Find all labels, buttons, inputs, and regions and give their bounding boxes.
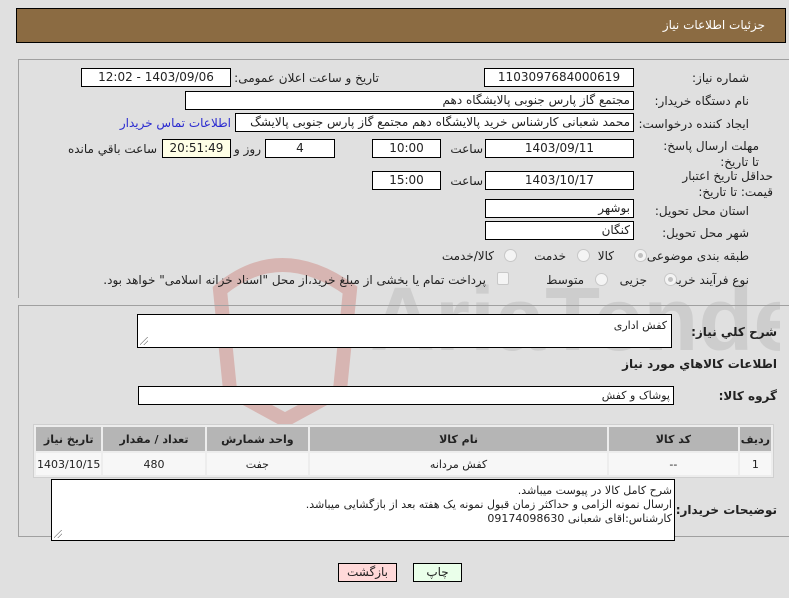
reply-deadline-time: 10:00 (372, 139, 441, 158)
purchase-option-minor: جزیی (619, 273, 647, 287)
col-goods-name: نام کالا (310, 427, 608, 451)
price-validity-label: حداقل تاریخ اعتبار قیمت: تا تاریخ: (682, 169, 773, 199)
buyer-notes-line: ارسال نمونه الزامی و حداکثر زمان قبول نم… (305, 498, 672, 511)
treasury-payment-note: پرداخت تمام یا بخشی از مبلغ خرید،از محل … (103, 273, 486, 287)
cell-goods-name: کفش مردانه (310, 453, 608, 475)
col-goods-code: کد کالا (609, 427, 738, 451)
remaining-label: ساعت باقي مانده (67, 142, 157, 156)
goods-group-label: گروه کالا: (718, 389, 777, 403)
requester-label: ایجاد کننده درخواست: (638, 117, 749, 131)
col-unit: واحد شمارش (206, 427, 309, 451)
price-time-label: ساعت (450, 174, 483, 188)
remaining-time: 20:51:49 (162, 139, 231, 158)
buyer-notes-textarea[interactable]: شرح کامل کالا در پیوست میباشد. ارسال نمو… (51, 479, 675, 541)
resize-handle-icon[interactable] (54, 530, 62, 538)
reply-deadline-date: 1403/09/11 (485, 139, 634, 158)
cell-unit: جفت (206, 453, 309, 475)
price-validity-time: 15:00 (372, 171, 441, 190)
col-quantity: تعداد / مقدار (103, 427, 205, 451)
city-label: شهر محل تحویل: (662, 226, 749, 240)
description-text: کفش اداری (613, 319, 667, 332)
reply-time-label: ساعت (450, 142, 483, 156)
cell-row-number: 1 (739, 453, 771, 475)
goods-group-field: پوشاک و کفش (138, 386, 674, 405)
requester-field: محمد شعبانی کارشناس خرید پالایشگاه دهم م… (235, 113, 634, 132)
province-label: استان محل تحویل: (654, 204, 749, 218)
category-label: طبقه بندی موضوعی: (642, 249, 749, 263)
cell-need-date: 1403/10/15 (36, 453, 102, 475)
buyer-contact-link[interactable]: اطلاعات تماس خریدار (120, 116, 231, 130)
announce-datetime-field: 1403/09/06 - 12:02 (81, 68, 231, 87)
treasury-payment-checkbox[interactable] (497, 272, 509, 285)
price-validity-date: 1403/10/17 (485, 171, 634, 190)
province-field: بوشهر (485, 199, 634, 218)
buyer-org-label: نام دستگاه خریدار: (654, 94, 750, 108)
print-button[interactable]: چاپ (413, 563, 462, 582)
items-table: ردیف کد کالا نام کالا واحد شمارش تعداد /… (33, 424, 774, 478)
col-need-date: تاریخ نیاز (36, 427, 102, 451)
category-option-goods: کالا (597, 249, 614, 263)
category-radio-goods-service[interactable] (504, 249, 517, 262)
purchase-option-medium: متوسط (546, 273, 584, 287)
buyer-notes-label: توضیحات خریدار: (675, 503, 777, 517)
table-header-row: ردیف کد کالا نام کالا واحد شمارش تعداد /… (36, 427, 771, 451)
category-radio-service[interactable] (577, 249, 590, 262)
announce-datetime-label: تاریخ و ساعت اعلان عمومی: (234, 71, 379, 85)
page-title: جزئیات اطلاعات نیاز (662, 18, 765, 32)
reply-deadline-label: مهلت ارسال پاسخ: تا تاریخ: (663, 139, 759, 169)
buyer-notes-line: کارشناس:اقای شعبانی 09174098630 (487, 512, 672, 525)
resize-handle-icon[interactable] (140, 337, 148, 345)
category-option-service: خدمت (534, 249, 566, 263)
items-section-title: اطلاعات کالاهاي مورد نياز (622, 357, 777, 371)
description-label: شرح کلي نياز: (691, 325, 777, 339)
buyer-org-field: مجتمع گاز پارس جنوبی پالایشگاه دهم (185, 91, 634, 110)
remaining-days: 4 (265, 139, 335, 158)
cell-goods-code: -- (609, 453, 738, 475)
buyer-notes-line: شرح کامل کالا در پیوست میباشد. (517, 484, 672, 497)
category-radio-goods[interactable] (634, 249, 647, 262)
need-number-field: 1103097684000619 (484, 68, 634, 87)
purchase-radio-minor[interactable] (664, 273, 677, 286)
table-row: 1 -- کفش مردانه جفت 480 1403/10/15 (36, 453, 771, 475)
need-number-label: شماره نیاز: (692, 71, 749, 85)
city-field: کنگان (485, 221, 634, 240)
col-row-number: ردیف (739, 427, 771, 451)
category-option-goods-service: کالا/خدمت (441, 249, 494, 263)
page-header: جزئیات اطلاعات نیاز (16, 8, 786, 43)
days-label: روز و (234, 142, 261, 156)
description-textarea[interactable]: کفش اداری (137, 314, 672, 348)
back-button[interactable]: بازگشت (338, 563, 397, 582)
purchase-radio-medium[interactable] (595, 273, 608, 286)
cell-quantity: 480 (103, 453, 205, 475)
